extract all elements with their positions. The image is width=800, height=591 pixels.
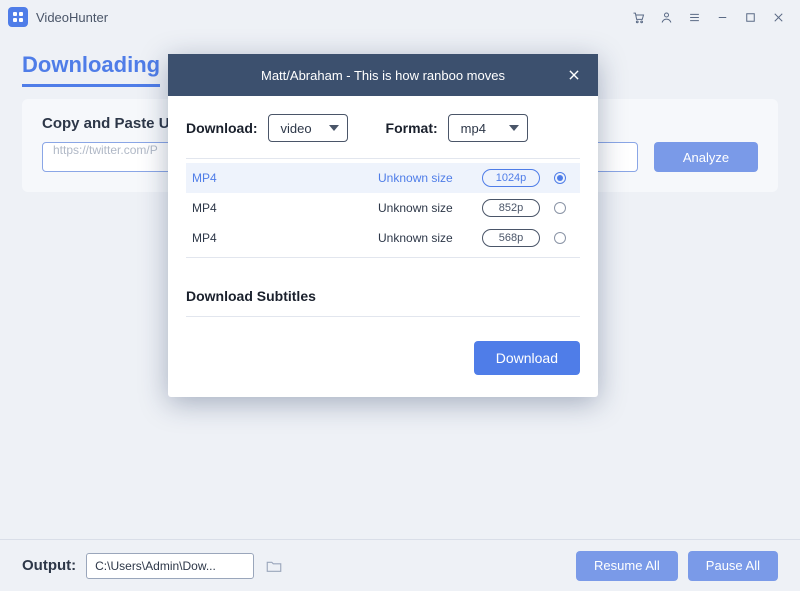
- minimize-icon[interactable]: [708, 3, 736, 31]
- account-icon[interactable]: [652, 3, 680, 31]
- download-type-select[interactable]: video: [268, 114, 348, 142]
- format-value: mp4: [461, 121, 486, 136]
- quality-res-badge: 1024p: [482, 169, 540, 187]
- modal-title: Matt/Abraham - This is how ranboo moves: [261, 68, 505, 83]
- radio-icon[interactable]: [554, 202, 566, 214]
- quality-row[interactable]: MP4 Unknown size 852p: [186, 193, 580, 223]
- quality-size: Unknown size: [378, 231, 482, 245]
- quality-row[interactable]: MP4 Unknown size 568p: [186, 223, 580, 253]
- quality-res-badge: 568p: [482, 229, 540, 247]
- download-modal: Matt/Abraham - This is how ranboo moves …: [168, 54, 598, 397]
- subtitles-label: Download Subtitles: [186, 288, 580, 304]
- download-button[interactable]: Download: [474, 341, 580, 375]
- quality-size: Unknown size: [378, 201, 482, 215]
- chevron-down-icon: [329, 125, 339, 131]
- download-type-label: Download:: [186, 120, 258, 136]
- maximize-icon[interactable]: [736, 3, 764, 31]
- resume-all-button[interactable]: Resume All: [576, 551, 678, 581]
- chevron-down-icon: [509, 125, 519, 131]
- app-logo: [8, 7, 28, 27]
- cart-icon[interactable]: [624, 3, 652, 31]
- close-icon[interactable]: [560, 54, 588, 96]
- format-select[interactable]: mp4: [448, 114, 528, 142]
- titlebar: VideoHunter: [0, 0, 800, 34]
- modal-header: Matt/Abraham - This is how ranboo moves: [168, 54, 598, 96]
- divider: [186, 316, 580, 317]
- analyze-button[interactable]: Analyze: [654, 142, 758, 172]
- tab-downloading[interactable]: Downloading: [22, 52, 160, 87]
- quality-format: MP4: [188, 231, 378, 245]
- quality-size: Unknown size: [378, 171, 482, 185]
- menu-icon[interactable]: [680, 3, 708, 31]
- folder-icon[interactable]: [264, 556, 284, 576]
- download-type-value: video: [281, 121, 312, 136]
- radio-icon[interactable]: [554, 232, 566, 244]
- format-label: Format:: [386, 120, 438, 136]
- quality-format: MP4: [188, 171, 378, 185]
- output-path[interactable]: C:\Users\Admin\Dow...: [86, 553, 254, 579]
- pause-all-button[interactable]: Pause All: [688, 551, 778, 581]
- output-label: Output:: [22, 557, 76, 574]
- divider: [186, 158, 580, 159]
- divider: [186, 257, 580, 258]
- quality-res-badge: 852p: [482, 199, 540, 217]
- quality-format: MP4: [188, 201, 378, 215]
- app-name: VideoHunter: [36, 10, 108, 25]
- page: Downloading Copy and Paste U https://twi…: [0, 34, 800, 591]
- close-window-icon[interactable]: [764, 3, 792, 31]
- quality-row[interactable]: MP4 Unknown size 1024p: [186, 163, 580, 193]
- radio-icon[interactable]: [554, 172, 566, 184]
- footer: Output: C:\Users\Admin\Dow... Resume All…: [0, 539, 800, 591]
- quality-list: MP4 Unknown size 1024p MP4 Unknown size …: [186, 163, 580, 253]
